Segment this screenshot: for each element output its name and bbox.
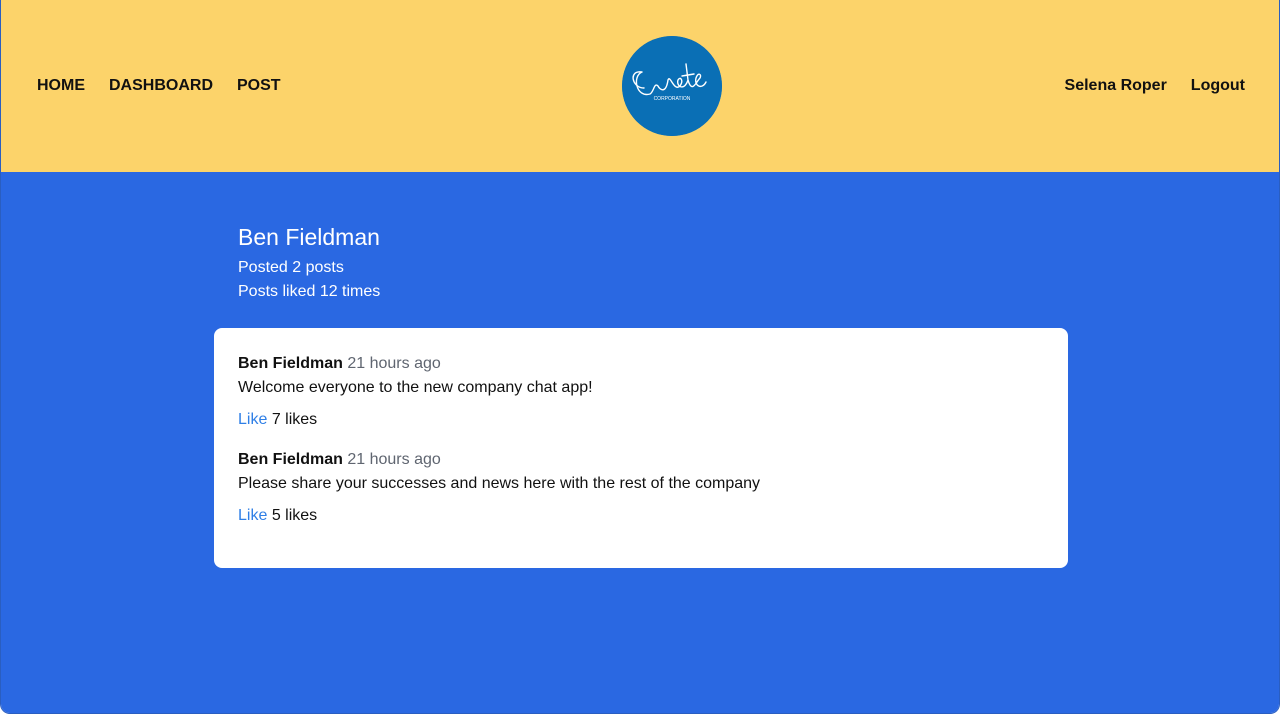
post-body: Please share your successes and news her… — [238, 475, 761, 492]
post-meta: Ben Fieldman 21 hours ago — [238, 448, 760, 472]
company-logo[interactable]: CORPORATION — [622, 36, 722, 136]
post-item: Ben Fieldman 21 hours ago Welcome everyo… — [238, 352, 593, 432]
top-header: HOME DASHBOARD POST CORPORATION Selena R… — [1, 0, 1279, 172]
post-author[interactable]: Ben Fieldman — [238, 355, 343, 372]
like-button[interactable]: Like — [238, 411, 267, 428]
nav-post-link[interactable]: POST — [237, 76, 281, 96]
post-meta: Ben Fieldman 21 hours ago — [238, 352, 593, 376]
user-nav: Selena Roper Logout — [1065, 76, 1245, 96]
post-timestamp: 21 hours ago — [347, 355, 441, 372]
profile-page: Ben Fieldman Posted 2 posts Posts liked … — [1, 172, 1279, 713]
post-body: Welcome everyone to the new company chat… — [238, 379, 593, 396]
current-user-link[interactable]: Selena Roper — [1065, 76, 1167, 96]
app-frame: HOME DASHBOARD POST CORPORATION Selena R… — [0, 0, 1280, 714]
profile-posts-count: Posted 2 posts — [238, 259, 344, 276]
post-item: Ben Fieldman 21 hours ago Please share y… — [238, 448, 760, 528]
like-count: 5 likes — [271, 507, 318, 524]
profile-name: Ben Fieldman — [238, 224, 380, 250]
svg-text:CORPORATION: CORPORATION — [654, 96, 691, 102]
post-actions: Like 7 likes — [238, 408, 593, 432]
logout-link[interactable]: Logout — [1191, 76, 1245, 96]
post-actions: Like 5 likes — [238, 504, 760, 528]
post-author[interactable]: Ben Fieldman — [238, 451, 343, 468]
main-nav: HOME DASHBOARD POST — [37, 76, 281, 96]
profile-likes-count: Posts liked 12 times — [238, 283, 381, 300]
create-corporation-logo-image: CORPORATION — [622, 36, 722, 136]
profile-summary: Ben Fieldman Posted 2 posts Posts liked … — [238, 222, 380, 304]
nav-dashboard-link[interactable]: DASHBOARD — [109, 76, 213, 96]
posts-card: Ben Fieldman 21 hours ago Welcome everyo… — [214, 328, 1068, 568]
like-count: 7 likes — [271, 411, 318, 428]
post-timestamp: 21 hours ago — [347, 451, 441, 468]
nav-home-link[interactable]: HOME — [37, 76, 85, 96]
like-button[interactable]: Like — [238, 507, 267, 524]
